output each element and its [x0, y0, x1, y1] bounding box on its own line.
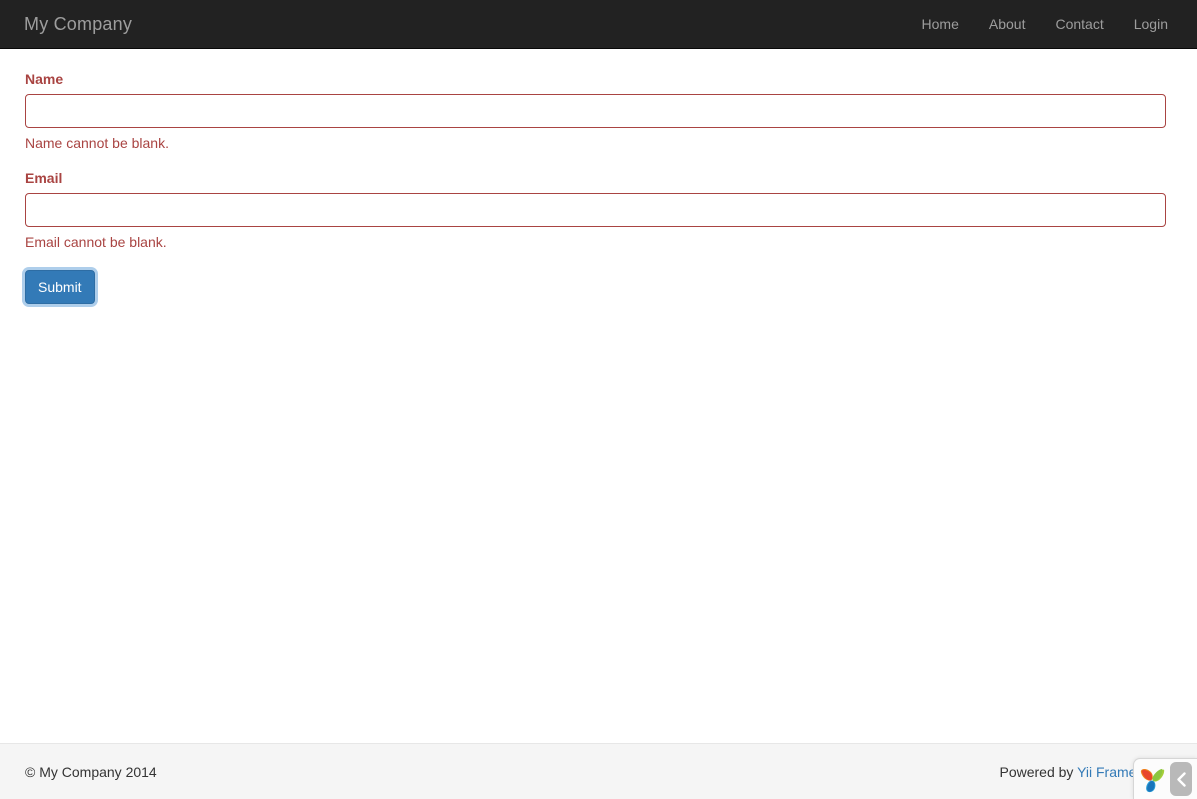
nav-link-about[interactable]: About	[974, 0, 1041, 48]
name-error-message: Name cannot be blank.	[25, 135, 169, 151]
top-navbar: My Company Home About Contact Login	[0, 0, 1197, 49]
footer-powered-prefix: Powered by	[999, 763, 1078, 780]
form-group-email: Email Email cannot be blank.	[25, 168, 1166, 252]
email-error-message: Email cannot be blank.	[25, 234, 167, 250]
form-actions: Submit	[25, 270, 1166, 304]
contact-form: Name Name cannot be blank. Email Email c…	[25, 69, 1166, 304]
footer-copyright: © My Company 2014	[25, 763, 157, 780]
main-content: Name Name cannot be blank. Email Email c…	[0, 49, 1197, 743]
contact-form-container: Name Name cannot be blank. Email Email c…	[0, 49, 1197, 304]
nav-link-contact[interactable]: Contact	[1040, 0, 1118, 48]
nav-link-home[interactable]: Home	[907, 0, 974, 48]
navbar-brand[interactable]: My Company	[24, 14, 132, 34]
footer-inner: © My Company 2014 Powered by Yii Framewo…	[0, 744, 1197, 799]
name-input[interactable]	[25, 94, 1166, 128]
form-group-name: Name Name cannot be blank.	[25, 69, 1166, 153]
page-footer: © My Company 2014 Powered by Yii Framewo…	[0, 743, 1197, 799]
name-label: Name	[25, 71, 64, 87]
nav-link-login[interactable]: Login	[1119, 0, 1183, 48]
yii-logo-icon	[1137, 764, 1168, 795]
email-label: Email	[25, 170, 63, 186]
email-input[interactable]	[25, 193, 1166, 227]
submit-button[interactable]: Submit	[25, 270, 95, 304]
navbar-nav: Home About Contact Login	[907, 0, 1183, 48]
yii-debug-widget[interactable]	[1133, 758, 1197, 799]
chevron-left-icon[interactable]	[1170, 762, 1192, 796]
